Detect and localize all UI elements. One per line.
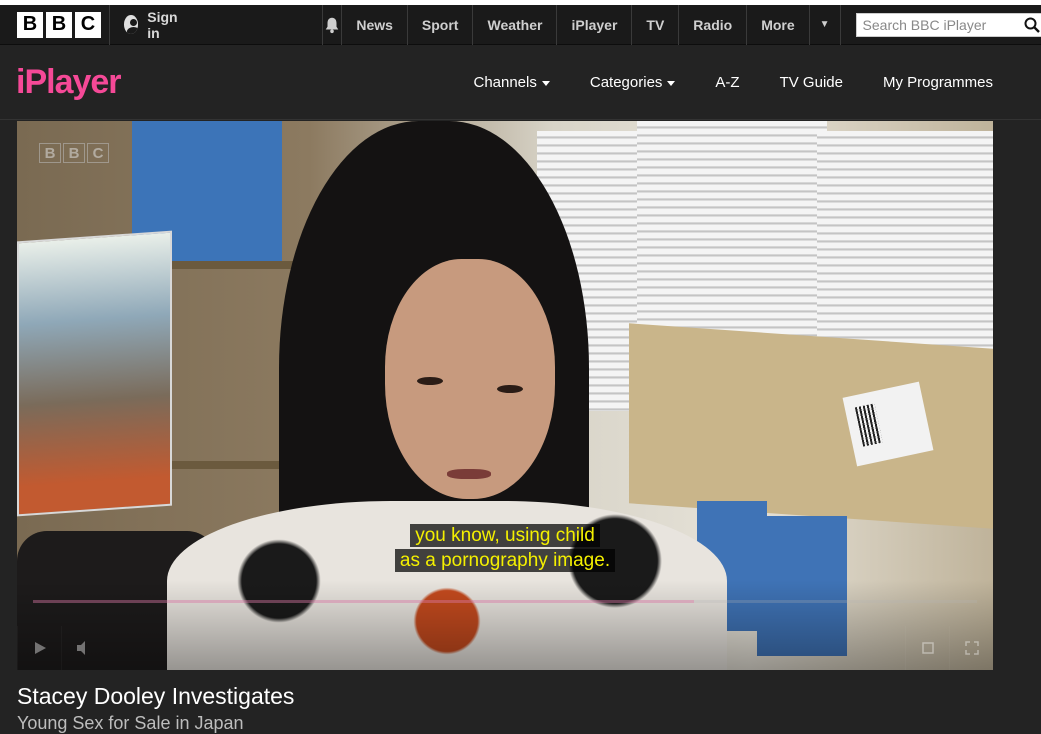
caret-down-icon: [667, 81, 676, 86]
nav-weather[interactable]: Weather: [472, 4, 556, 45]
nav-news[interactable]: News: [341, 4, 407, 45]
nav-my-programmes[interactable]: My Programmes: [883, 74, 993, 91]
bbc-logo-letter: C: [75, 11, 101, 38]
volume-button[interactable]: [61, 626, 105, 670]
speaker-icon: [76, 641, 85, 655]
paper-stack: [817, 131, 993, 351]
sign-in-label: Sign in: [147, 8, 178, 41]
bbc-watermark: B B C: [39, 143, 109, 163]
play-icon: [34, 642, 46, 654]
nav-channels[interactable]: Channels: [473, 74, 550, 91]
caret-down-icon: [541, 81, 550, 86]
player-controls: [17, 580, 993, 670]
fullscreen-button[interactable]: [949, 626, 993, 670]
settings-button[interactable]: [905, 626, 949, 670]
more-chevron-down-icon[interactable]: ▼: [808, 4, 841, 45]
subtitles: you know, using child as a pornography i…: [17, 524, 993, 572]
bbc-logo-letter: B: [46, 11, 72, 38]
gear-icon: [921, 642, 934, 654]
bell-icon: [326, 17, 339, 33]
programme-info: Stacey Dooley Investigates Young Sex for…: [17, 683, 294, 734]
paper-stack: [637, 121, 827, 346]
nav-channels-label: Channels: [473, 74, 537, 91]
subtitle-line: you know, using child: [410, 524, 600, 547]
nav-a-z[interactable]: A-Z: [715, 74, 739, 91]
programme-title: Stacey Dooley Investigates: [17, 683, 295, 709]
progress-bar[interactable]: [33, 600, 977, 603]
nav-more[interactable]: More: [746, 4, 808, 45]
subtitle-line: as a pornography image.: [394, 549, 616, 572]
watermark-letter: B: [39, 143, 61, 163]
poster: [17, 230, 172, 517]
nav-tv[interactable]: TV: [631, 4, 678, 45]
episode-title: Young Sex for Sale in Japan: [17, 713, 244, 733]
nav-categories-label: Categories: [589, 74, 663, 91]
sign-in-link[interactable]: Sign in: [109, 4, 202, 45]
watermark-letter: B: [63, 143, 85, 163]
nav-my-programmes-label: My Programmes: [882, 74, 993, 91]
video-player[interactable]: B B C you know, using child as a pornogr…: [17, 121, 993, 670]
nav-categories[interactable]: Categories: [590, 74, 676, 91]
bbc-logo-letter: B: [17, 11, 43, 38]
nav-sport[interactable]: Sport: [406, 4, 473, 45]
iplayer-header: iPlayer Channels Categories A-Z TV Guide…: [0, 46, 1041, 120]
cardboard-box: [629, 323, 993, 529]
nav-iplayer[interactable]: iPlayer: [556, 4, 631, 45]
notifications-bell-icon[interactable]: [322, 4, 341, 45]
bbc-logo[interactable]: B B C: [17, 11, 101, 38]
nav-a-z-label: A-Z: [715, 74, 740, 91]
person-eye: [497, 385, 523, 393]
person-eye: [417, 377, 443, 385]
progress-fill: [33, 600, 694, 603]
person-mouth: [447, 469, 491, 479]
nav-tv-guide-label: TV Guide: [779, 74, 843, 91]
fullscreen-icon: [964, 641, 979, 655]
nav-radio[interactable]: Radio: [678, 4, 746, 45]
watermark-letter: C: [87, 143, 109, 163]
search-icon[interactable]: [1017, 14, 1041, 36]
search-box: [855, 12, 1041, 37]
iplayer-logo[interactable]: iPlayer: [16, 63, 122, 102]
user-icon: [124, 15, 139, 34]
nav-tv-guide[interactable]: TV Guide: [780, 74, 843, 91]
bbc-nav-links: News Sport Weather iPlayer TV Radio More: [341, 4, 808, 45]
play-button[interactable]: [17, 626, 61, 670]
bbc-global-nav: B B C Sign in News Sport Weather iPlayer…: [0, 4, 1041, 45]
iplayer-nav: Channels Categories A-Z TV Guide My Prog…: [433, 74, 993, 91]
person-face: [385, 259, 555, 499]
search-input[interactable]: [856, 13, 1017, 36]
